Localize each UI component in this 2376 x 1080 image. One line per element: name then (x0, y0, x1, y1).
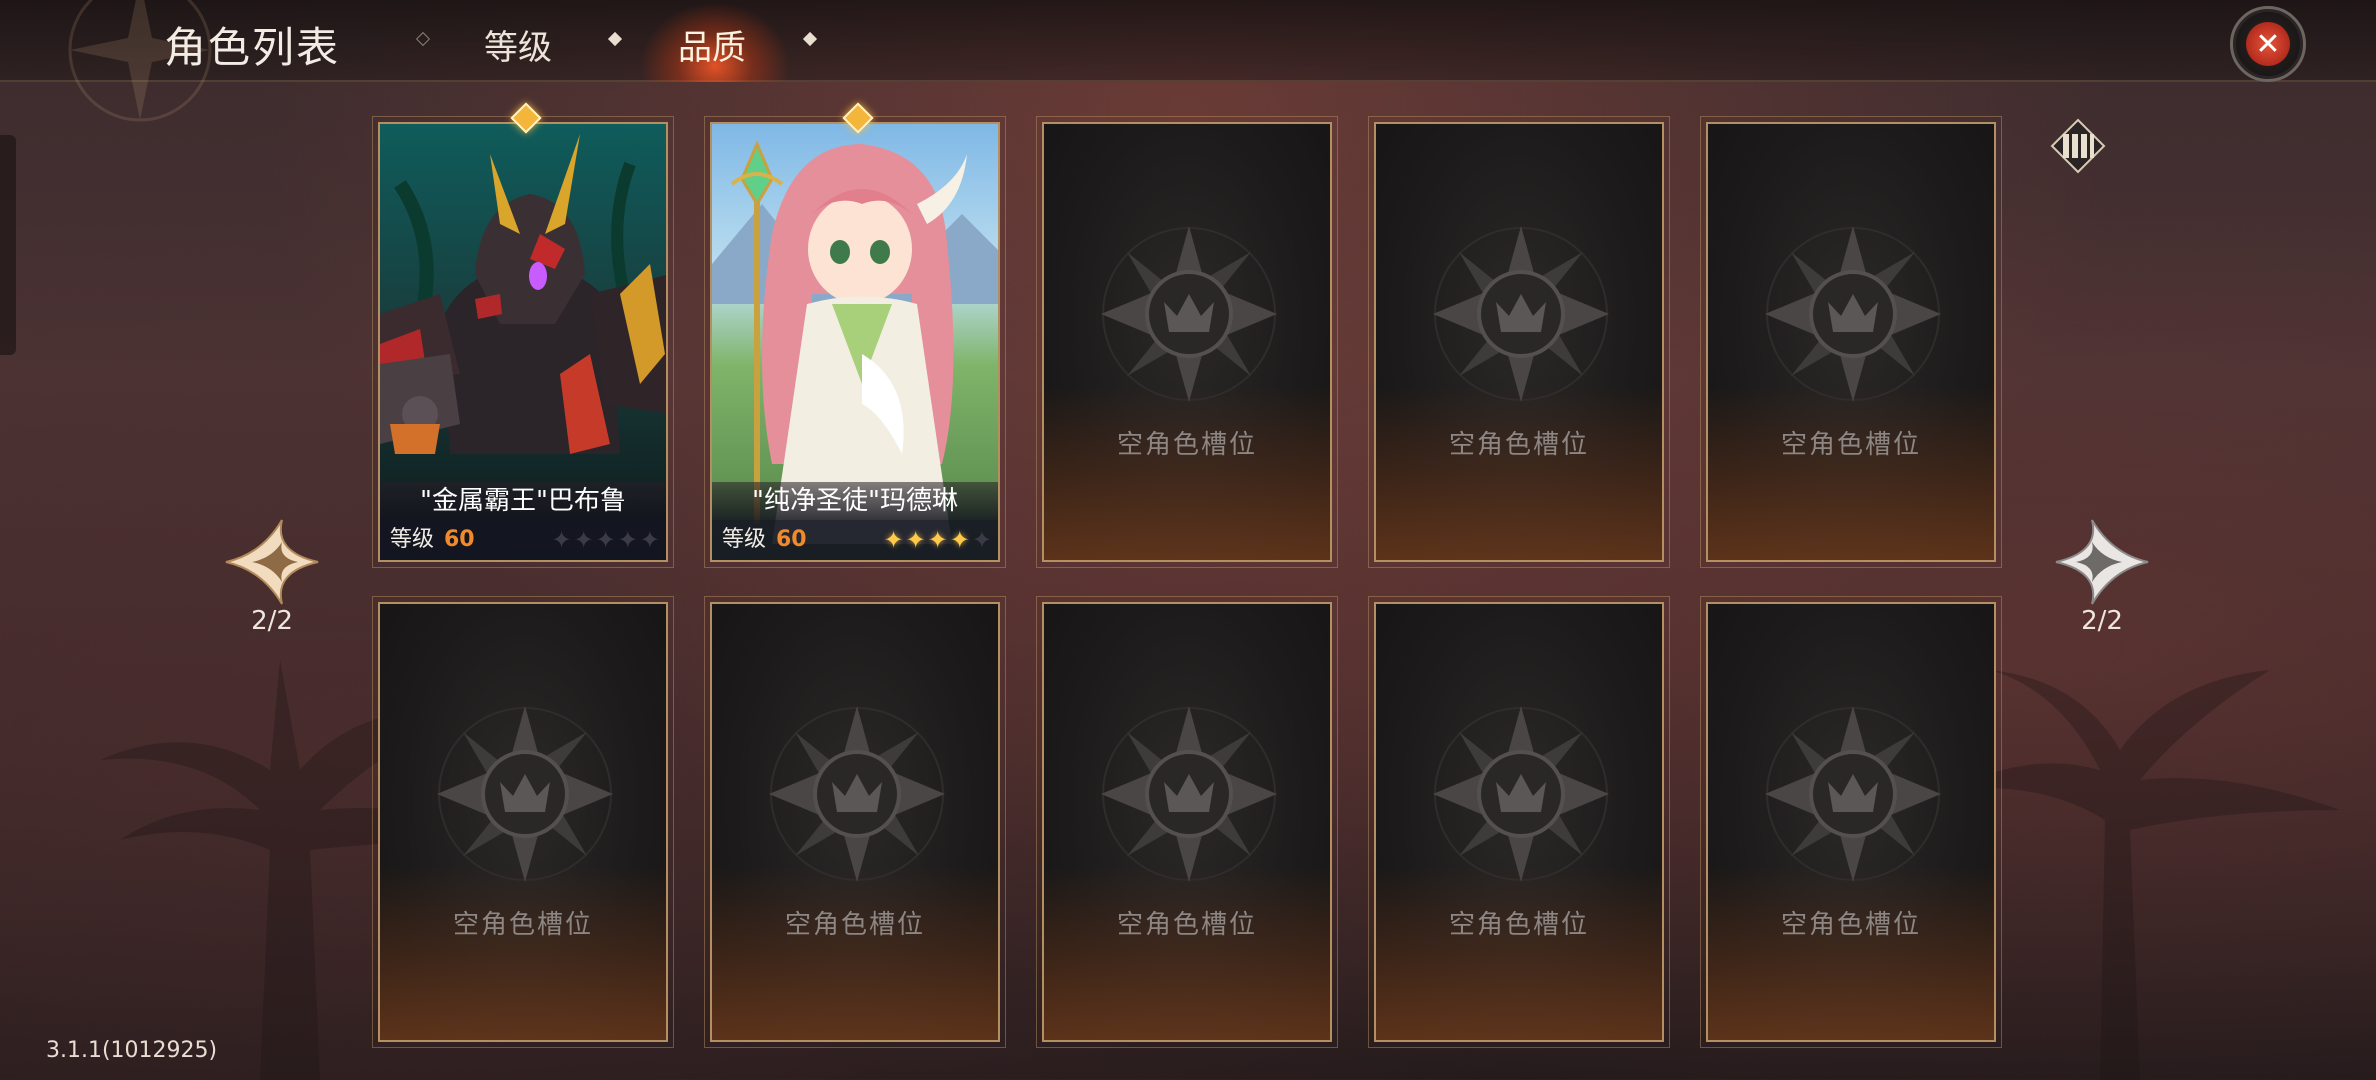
star-icon: ✦ (905, 526, 926, 554)
star-icon: ✦ (883, 526, 904, 554)
next-page-arrow-icon[interactable] (2052, 512, 2152, 612)
empty-slot-label: 空角色槽位 (1780, 430, 1921, 460)
empty-slot-crest-icon (437, 706, 613, 882)
empty-slot-crest-icon (1765, 706, 1941, 882)
page-counter-right: 2/2 (2081, 606, 2123, 636)
empty-slot-label: 空角色槽位 (1448, 430, 1589, 460)
empty-slot-card[interactable]: 空角色槽位 (1700, 116, 2002, 568)
star-icon: ✦ (617, 526, 638, 554)
hero-card[interactable]: "金属霸王"巴布鲁 等级 60 ✦ ✦ ✦ ✦ ✦ (372, 102, 674, 568)
hero-info-bar: 等级 60 ✦ ✦ ✦ ✦ ✦ (380, 520, 666, 560)
empty-slot-card[interactable]: 空角色槽位 (704, 596, 1006, 1048)
page-title: 角色列表 (164, 23, 341, 72)
side-drawer-handle[interactable] (0, 135, 16, 355)
empty-slot-card[interactable]: 空角色槽位 (1368, 596, 1670, 1048)
empty-slot-crest-icon (1101, 706, 1277, 882)
level-label: 等级 (722, 527, 767, 552)
hero-card[interactable]: "纯净圣徒"玛德琳 等级 60 ✦ ✦ ✦ ✦ ✦ (704, 102, 1006, 568)
star-icon: ✦ (639, 526, 660, 554)
level-value: 60 (776, 527, 807, 552)
empty-slot-crest-icon (1101, 226, 1277, 402)
star-rating: ✦ ✦ ✦ ✦ ✦ (883, 520, 992, 560)
star-rating: ✦ ✦ ✦ ✦ ✦ (551, 520, 660, 560)
page-counter-left: 2/2 (251, 606, 293, 636)
star-icon: ✦ (573, 526, 594, 554)
version-label: 3.1.1(1012925) (46, 1038, 218, 1063)
tab-quality[interactable]: 品质 (678, 20, 746, 69)
empty-slot-card[interactable]: 空角色槽位 (372, 596, 674, 1048)
empty-slot-crest-icon (769, 706, 945, 882)
close-button[interactable]: ✕ (2230, 6, 2306, 82)
top-bar (0, 0, 2376, 82)
level-label: 等级 (390, 527, 435, 552)
empty-slot-label: 空角色槽位 (784, 910, 925, 940)
empty-slot-crest-icon (1433, 706, 1609, 882)
empty-slot-label: 空角色槽位 (1116, 430, 1257, 460)
star-icon: ✦ (595, 526, 616, 554)
empty-slot-label: 空角色槽位 (452, 910, 593, 940)
empty-slot-card[interactable]: 空角色槽位 (1036, 596, 1338, 1048)
prev-page-arrow-icon[interactable] (222, 512, 322, 612)
star-icon: ✦ (949, 526, 970, 554)
star-icon: ✦ (927, 526, 948, 554)
tab-level[interactable]: 等级 (484, 20, 552, 69)
close-icon: ✕ (2246, 22, 2290, 66)
empty-slot-card[interactable]: 空角色槽位 (1036, 116, 1338, 568)
level-value: 60 (444, 527, 475, 552)
empty-slot-card[interactable]: 空角色槽位 (1700, 596, 2002, 1048)
empty-slot-crest-icon (1433, 226, 1609, 402)
filter-columns-icon[interactable] (2050, 118, 2106, 174)
star-icon: ✦ (551, 526, 572, 554)
empty-slot-label: 空角色槽位 (1448, 910, 1589, 940)
hero-name: "纯净圣徒"玛德琳 (712, 482, 998, 520)
hero-name: "金属霸王"巴布鲁 (380, 482, 666, 520)
empty-slot-crest-icon (1765, 226, 1941, 402)
empty-slot-label: 空角色槽位 (1116, 910, 1257, 940)
star-icon: ✦ (971, 526, 992, 554)
empty-slot-card[interactable]: 空角色槽位 (1368, 116, 1670, 568)
hero-info-bar: 等级 60 ✦ ✦ ✦ ✦ ✦ (712, 520, 998, 560)
empty-slot-label: 空角色槽位 (1780, 910, 1921, 940)
